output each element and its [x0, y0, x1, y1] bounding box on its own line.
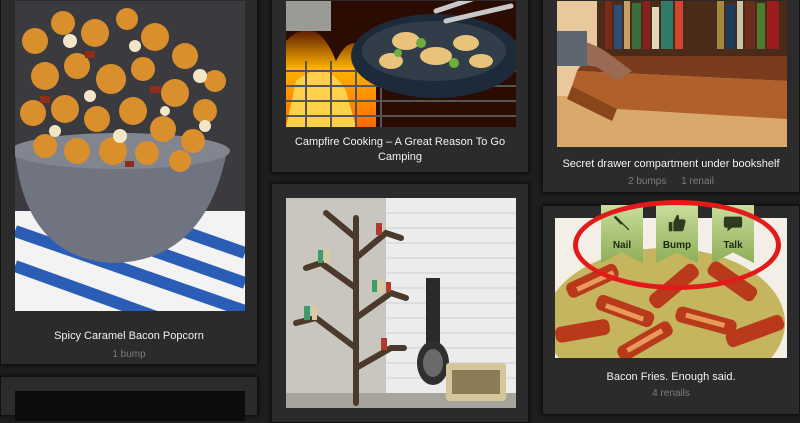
bump-count: 1 bump — [112, 349, 146, 360]
pin-title[interactable]: Spicy Caramel Bacon Popcorn — [9, 329, 249, 344]
pin-card-next-column-1[interactable] — [0, 376, 258, 421]
nail-icon — [613, 215, 630, 231]
pin-stats: 4 renails — [543, 388, 799, 399]
speech-bubble-icon — [723, 216, 743, 232]
pin-title[interactable]: Bacon Fries. Enough said. — [551, 370, 791, 385]
pin-stats: 1 bump — [1, 349, 257, 360]
pin-image-partial[interactable] — [15, 391, 245, 421]
talk-label: Talk — [723, 240, 743, 251]
renail-count: 1 renail — [681, 176, 714, 187]
thumbs-up-icon — [668, 214, 686, 232]
pin-image-tree-bookshelf[interactable] — [286, 198, 516, 408]
pin-card-secret-drawer[interactable]: Secret drawer compartment under bookshel… — [542, 0, 800, 193]
nail-label: Nail — [612, 240, 632, 251]
pin-stats: 2 bumps 1 renail — [543, 176, 799, 187]
renail-count: 4 renails — [652, 388, 690, 399]
pin-image-campfire[interactable] — [286, 1, 516, 127]
pin-card-tree-bookshelf[interactable] — [271, 183, 529, 423]
pin-title[interactable]: Campfire Cooking – A Great Reason To Go … — [280, 135, 520, 165]
bump-count: 2 bumps — [628, 176, 667, 187]
pin-title[interactable]: Secret drawer compartment under bookshel… — [551, 157, 791, 172]
pin-card-popcorn[interactable]: Spicy Caramel Bacon Popcorn 1 bump — [0, 0, 258, 365]
bump-label: Bump — [662, 240, 692, 251]
pin-image-popcorn[interactable] — [15, 1, 245, 311]
pin-card-campfire[interactable]: Campfire Cooking – A Great Reason To Go … — [271, 0, 529, 173]
pin-image-secret-drawer[interactable] — [557, 1, 787, 147]
